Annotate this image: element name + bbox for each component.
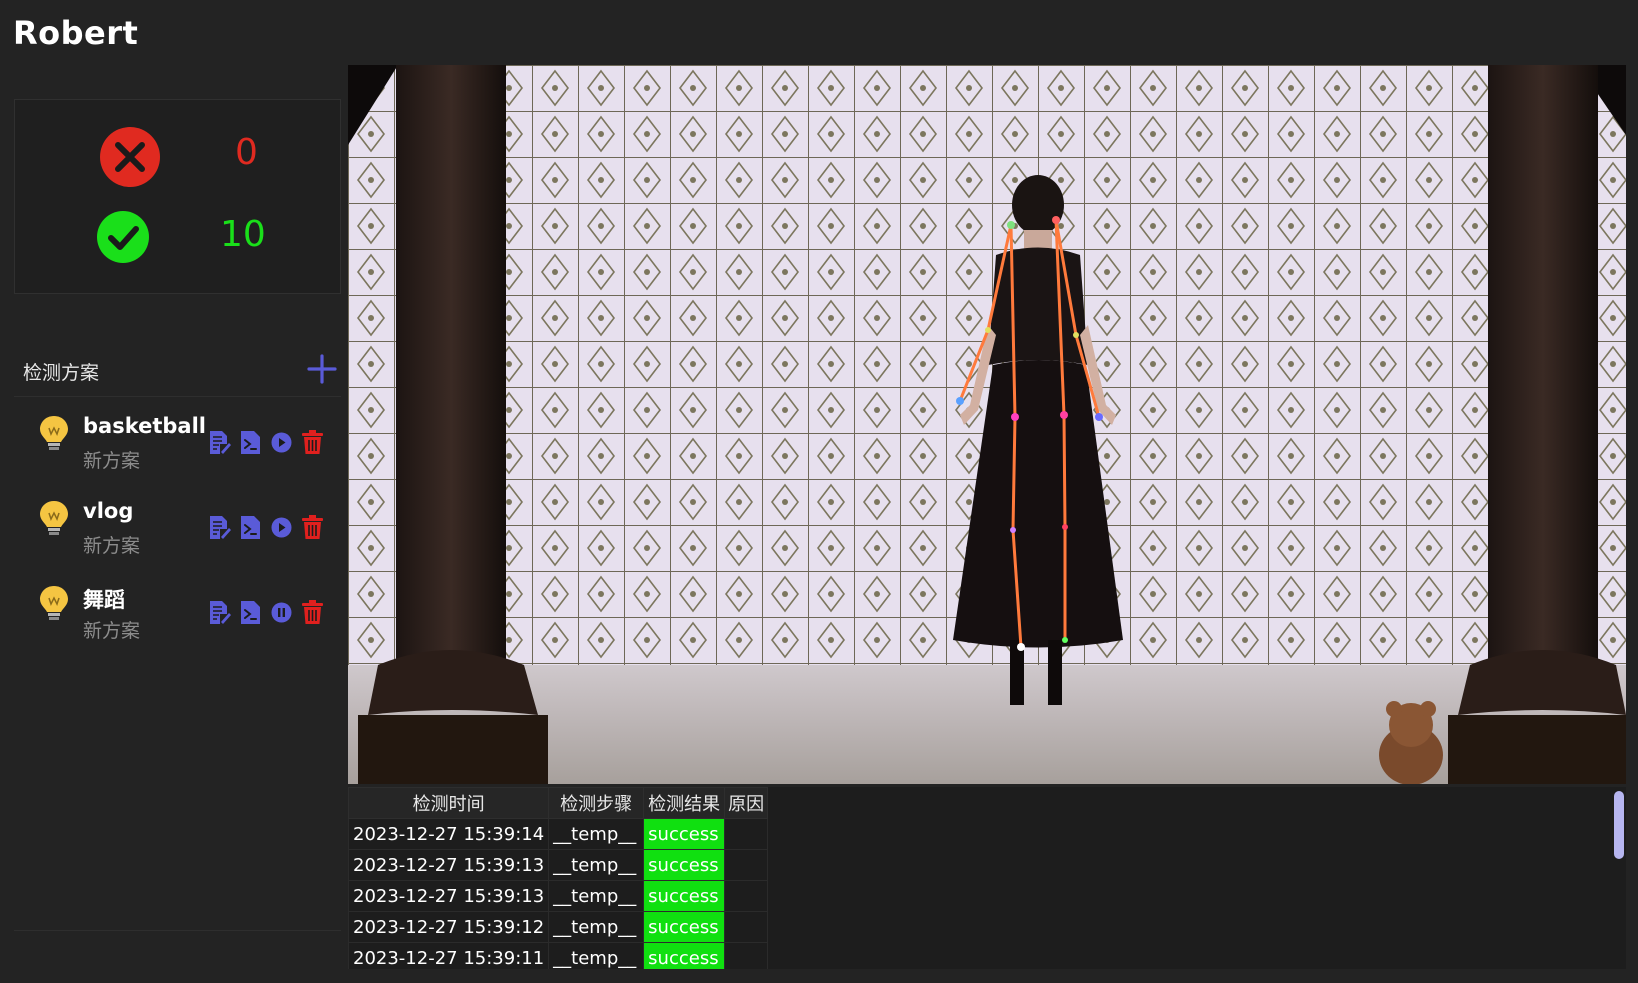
log-time: 2023-12-27 15:39:11 (348, 942, 550, 969)
log-table: 检测时间 检测步骤 检测结果 原因 2023-12-27 15:39:14 __t… (348, 787, 769, 969)
log-panel: 检测时间 检测步骤 检测结果 原因 2023-12-27 15:39:14 __t… (348, 787, 1626, 969)
edit-doc-icon[interactable] (208, 600, 231, 625)
terminal-icon[interactable] (239, 430, 262, 455)
log-row[interactable]: 2023-12-27 15:39:11 __temp__ success (348, 942, 769, 969)
success-count: 10 (220, 214, 266, 255)
log-time: 2023-12-27 15:39:14 (348, 818, 550, 850)
log-scrollbar[interactable] (1612, 787, 1626, 969)
col-result-header[interactable]: 检测结果 (643, 787, 726, 819)
log-reason (724, 911, 769, 943)
success-stat: 10 (15, 208, 340, 272)
log-header-row: 检测时间 检测步骤 检测结果 原因 (348, 787, 769, 819)
lightbulb-icon (38, 414, 70, 452)
col-step-header[interactable]: 检测步骤 (548, 787, 645, 819)
log-result: success (643, 942, 726, 969)
log-result: success (643, 818, 726, 850)
plus-icon (307, 354, 337, 384)
trash-icon[interactable] (301, 429, 324, 455)
edit-doc-icon[interactable] (208, 430, 231, 455)
log-row[interactable]: 2023-12-27 15:39:13 __temp__ success (348, 880, 769, 912)
stats-panel: 0 10 (14, 99, 341, 294)
add-plan-button[interactable] (305, 352, 339, 386)
log-row[interactable]: 2023-12-27 15:39:13 __temp__ success (348, 849, 769, 881)
edit-doc-icon[interactable] (208, 515, 231, 540)
log-result: success (643, 849, 726, 881)
log-time: 2023-12-27 15:39:13 (348, 880, 550, 912)
plan-actions (208, 428, 324, 456)
pause-icon[interactable] (270, 600, 293, 625)
terminal-icon[interactable] (239, 600, 262, 625)
log-reason (724, 849, 769, 881)
plan-item[interactable]: vlog 新方案 (14, 485, 341, 565)
play-icon[interactable] (270, 430, 293, 455)
trash-icon[interactable] (301, 514, 324, 540)
app-title: Robert (13, 14, 139, 52)
log-time: 2023-12-27 15:39:12 (348, 911, 550, 943)
plan-actions (208, 513, 324, 541)
log-step: __temp__ (548, 911, 645, 943)
fail-stat: 0 (15, 126, 340, 190)
plans-list: basketball 新方案 vlog 新方案 舞蹈 新方案 (14, 400, 341, 931)
trash-icon[interactable] (301, 599, 324, 625)
log-scroll-thumb[interactable] (1614, 791, 1624, 859)
plans-title: 检测方案 (23, 362, 100, 384)
plan-actions (208, 598, 324, 626)
log-reason (724, 880, 769, 912)
lightbulb-icon (38, 499, 70, 537)
log-step: __temp__ (548, 849, 645, 881)
plan-item[interactable]: basketball 新方案 (14, 400, 341, 480)
plan-name: 舞蹈 (83, 588, 125, 612)
plans-header: 检测方案 (14, 352, 341, 397)
log-reason (724, 818, 769, 850)
lightbulb-icon (38, 584, 70, 622)
plan-name: vlog (83, 499, 134, 523)
log-step: __temp__ (548, 818, 645, 850)
play-icon[interactable] (270, 515, 293, 540)
plan-item[interactable]: 舞蹈 新方案 (14, 570, 341, 650)
video-preview (348, 65, 1626, 784)
col-reason-header[interactable]: 原因 (724, 787, 769, 819)
log-result: success (643, 880, 726, 912)
terminal-icon[interactable] (239, 515, 262, 540)
log-result: success (643, 911, 726, 943)
check-circle-icon (96, 210, 150, 264)
log-step: __temp__ (548, 880, 645, 912)
close-circle-icon (99, 126, 161, 188)
log-step: __temp__ (548, 942, 645, 969)
col-time-header[interactable]: 检测时间 (348, 787, 550, 819)
fail-count: 0 (235, 132, 258, 173)
plan-description: 新方案 (83, 535, 141, 557)
log-reason (724, 942, 769, 969)
log-row[interactable]: 2023-12-27 15:39:14 __temp__ success (348, 818, 769, 850)
plan-name: basketball (83, 414, 206, 438)
plan-description: 新方案 (83, 620, 141, 642)
log-time: 2023-12-27 15:39:13 (348, 849, 550, 881)
plan-description: 新方案 (83, 450, 141, 472)
log-row[interactable]: 2023-12-27 15:39:12 __temp__ success (348, 911, 769, 943)
